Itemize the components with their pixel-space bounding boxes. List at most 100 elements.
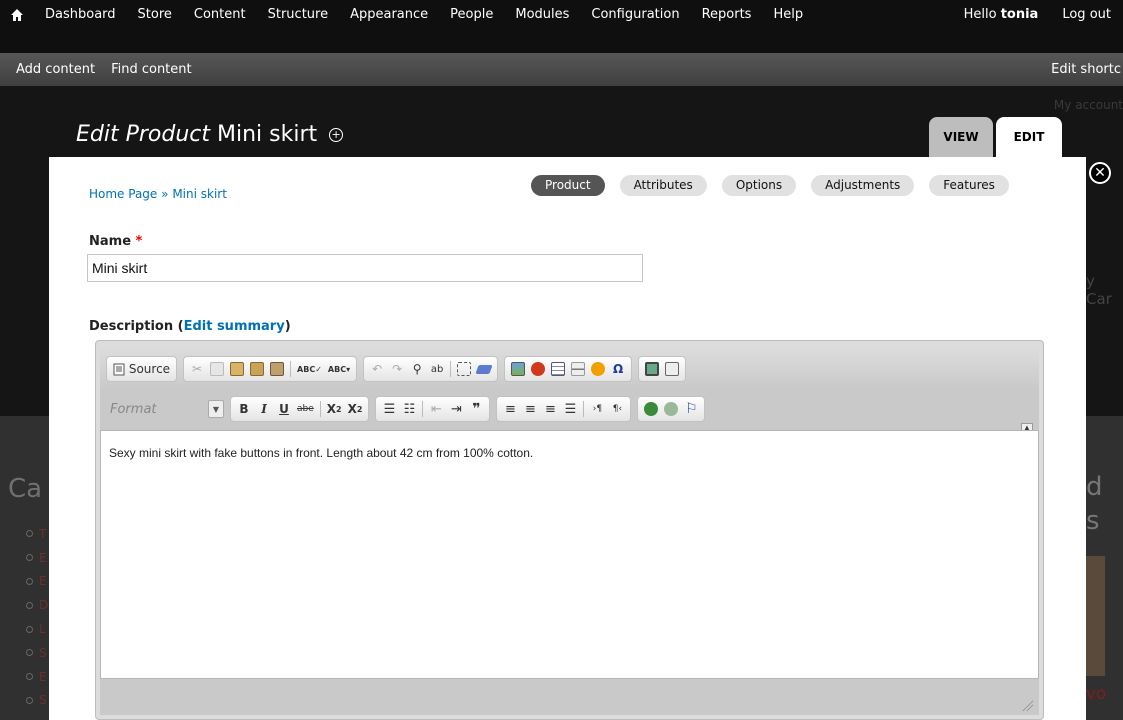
toolbar-separator <box>290 361 292 377</box>
toolbar-separator <box>422 401 424 417</box>
show-blocks-icon[interactable] <box>662 359 682 379</box>
menu-store[interactable]: Store <box>127 0 183 30</box>
copy-icon[interactable] <box>207 359 227 379</box>
cut-icon[interactable]: ✂ <box>187 359 207 379</box>
bg-my-account-link: My account <box>1053 98 1123 112</box>
paste-icon[interactable] <box>227 359 247 379</box>
ltr-icon[interactable]: ›¶ <box>587 399 607 419</box>
edit-summary-link[interactable]: Edit summary <box>184 319 285 334</box>
menu-modules[interactable]: Modules <box>504 0 580 30</box>
flash-icon[interactable] <box>528 359 548 379</box>
menu-help[interactable]: Help <box>762 0 814 30</box>
menu-dashboard[interactable]: Dashboard <box>34 0 127 30</box>
bg-list-item: L <box>26 617 48 641</box>
select-all-icon[interactable] <box>454 359 474 379</box>
logout-link[interactable]: Log out <box>1050 0 1123 30</box>
description-text: Sexy mini skirt with fake buttons in fro… <box>109 446 534 460</box>
underline-icon[interactable]: U <box>274 399 294 419</box>
align-right-icon[interactable]: ≡ <box>540 399 560 419</box>
menu-content[interactable]: Content <box>183 0 257 30</box>
tab-options[interactable]: Options <box>721 175 797 196</box>
tab-features[interactable]: Features <box>929 175 1009 196</box>
resize-grip-icon[interactable] <box>1021 699 1033 711</box>
special-char-icon[interactable]: Ω <box>608 359 628 379</box>
link-icon[interactable] <box>641 399 661 419</box>
toolbar-separator <box>319 401 321 417</box>
menu-people[interactable]: People <box>439 0 504 30</box>
bg-list-item: T <box>26 522 48 546</box>
strikethrough-icon[interactable]: abe <box>294 399 317 419</box>
add-shortcut-icon[interactable]: + <box>329 127 344 142</box>
editor-content-area[interactable]: Sexy mini skirt with fake buttons in fro… <box>100 430 1039 679</box>
table-icon[interactable] <box>548 359 568 379</box>
align-center-icon[interactable]: ≡ <box>520 399 540 419</box>
page-title: Edit Product Mini skirt + <box>76 122 344 147</box>
username[interactable]: tonia <box>1001 7 1039 22</box>
redo-icon[interactable]: ↷ <box>387 359 407 379</box>
chevron-down-icon: ▼ <box>208 400 224 418</box>
bg-categories-heading: Ca <box>8 474 43 504</box>
paste-word-icon[interactable] <box>267 359 287 379</box>
product-section-tabs: Product Attributes Options Adjustments F… <box>531 175 1024 196</box>
undo-find-group: ↶ ↷ ⚲ ab <box>363 356 499 382</box>
shortcut-find-content[interactable]: Find content <box>103 62 200 77</box>
required-marker: * <box>135 234 143 249</box>
source-icon <box>113 363 125 375</box>
spellcheck-menu-icon[interactable]: ABC▾ <box>325 359 353 379</box>
format-dropdown[interactable]: Format ▼ <box>106 398 224 420</box>
unlink-icon[interactable] <box>661 399 681 419</box>
bg-list-item: S <box>26 689 48 713</box>
subscript-icon[interactable]: X2 <box>324 399 345 419</box>
source-button[interactable]: Source <box>110 359 173 379</box>
shortcuts-bar: Add content Find content Edit shortc <box>0 53 1123 86</box>
shortcut-add-content[interactable]: Add content <box>0 62 103 77</box>
superscript-icon[interactable]: X2 <box>345 399 366 419</box>
maximize-icon[interactable] <box>642 359 662 379</box>
menu-reports[interactable]: Reports <box>691 0 763 30</box>
bullet-list-icon[interactable]: ☷ <box>399 399 419 419</box>
close-icon[interactable]: ✕ <box>1089 162 1111 184</box>
tab-attributes[interactable]: Attributes <box>619 175 707 196</box>
indent-icon[interactable]: ⇥ <box>446 399 466 419</box>
editor-chrome: Source ✂ ABC✓ ABC▾ ↶ ↷ ⚲ ab Ω Format ▼ B… <box>100 345 1039 715</box>
toolbar-separator <box>583 401 585 417</box>
rtl-icon[interactable]: ¶‹ <box>607 399 627 419</box>
tab-product[interactable]: Product <box>531 175 605 196</box>
find-icon[interactable]: ⚲ <box>407 359 427 379</box>
align-justify-icon[interactable]: ☰ <box>560 399 580 419</box>
source-label: Source <box>128 362 171 376</box>
breadcrumb-current[interactable]: Mini skirt <box>172 187 227 201</box>
name-input[interactable] <box>87 254 643 282</box>
view-group <box>638 356 687 382</box>
tab-view[interactable]: VIEW <box>929 117 993 157</box>
tab-adjustments[interactable]: Adjustments <box>811 175 915 196</box>
toolbar-separator <box>450 361 452 377</box>
outdent-icon[interactable]: ⇤ <box>426 399 446 419</box>
horizontal-rule-icon[interactable] <box>568 359 588 379</box>
menu-configuration[interactable]: Configuration <box>580 0 690 30</box>
bold-icon[interactable]: B <box>234 399 254 419</box>
numbered-list-icon[interactable]: ☰ <box>379 399 399 419</box>
editor-toolbar-row-1: Source ✂ ABC✓ ABC▾ ↶ ↷ ⚲ ab Ω <box>106 353 692 385</box>
breadcrumb-home[interactable]: Home Page <box>89 187 157 201</box>
anchor-flag-icon[interactable]: ⚐ <box>681 399 701 419</box>
blockquote-icon[interactable]: ❞ <box>466 399 486 419</box>
breadcrumb-separator: » <box>161 187 169 201</box>
align-left-icon[interactable]: ≡ <box>500 399 520 419</box>
paste-text-icon[interactable] <box>247 359 267 379</box>
edit-shortcuts-link[interactable]: Edit shortc <box>1051 53 1123 86</box>
list-group: ☰ ☷ ⇤ ⇥ ❞ <box>375 396 491 422</box>
remove-format-icon[interactable] <box>474 359 494 379</box>
spellcheck-icon[interactable]: ABC✓ <box>294 359 325 379</box>
replace-icon[interactable]: ab <box>427 359 447 379</box>
menu-appearance[interactable]: Appearance <box>339 0 439 30</box>
name-label: Name * <box>89 234 142 249</box>
image-icon[interactable] <box>508 359 528 379</box>
menu-structure[interactable]: Structure <box>257 0 339 30</box>
home-icon[interactable] <box>0 0 34 30</box>
italic-icon[interactable]: I <box>254 399 274 419</box>
tab-edit[interactable]: EDIT <box>996 117 1062 157</box>
smiley-icon[interactable] <box>588 359 608 379</box>
bg-right-heading-2: s <box>1086 506 1100 536</box>
undo-icon[interactable]: ↶ <box>367 359 387 379</box>
